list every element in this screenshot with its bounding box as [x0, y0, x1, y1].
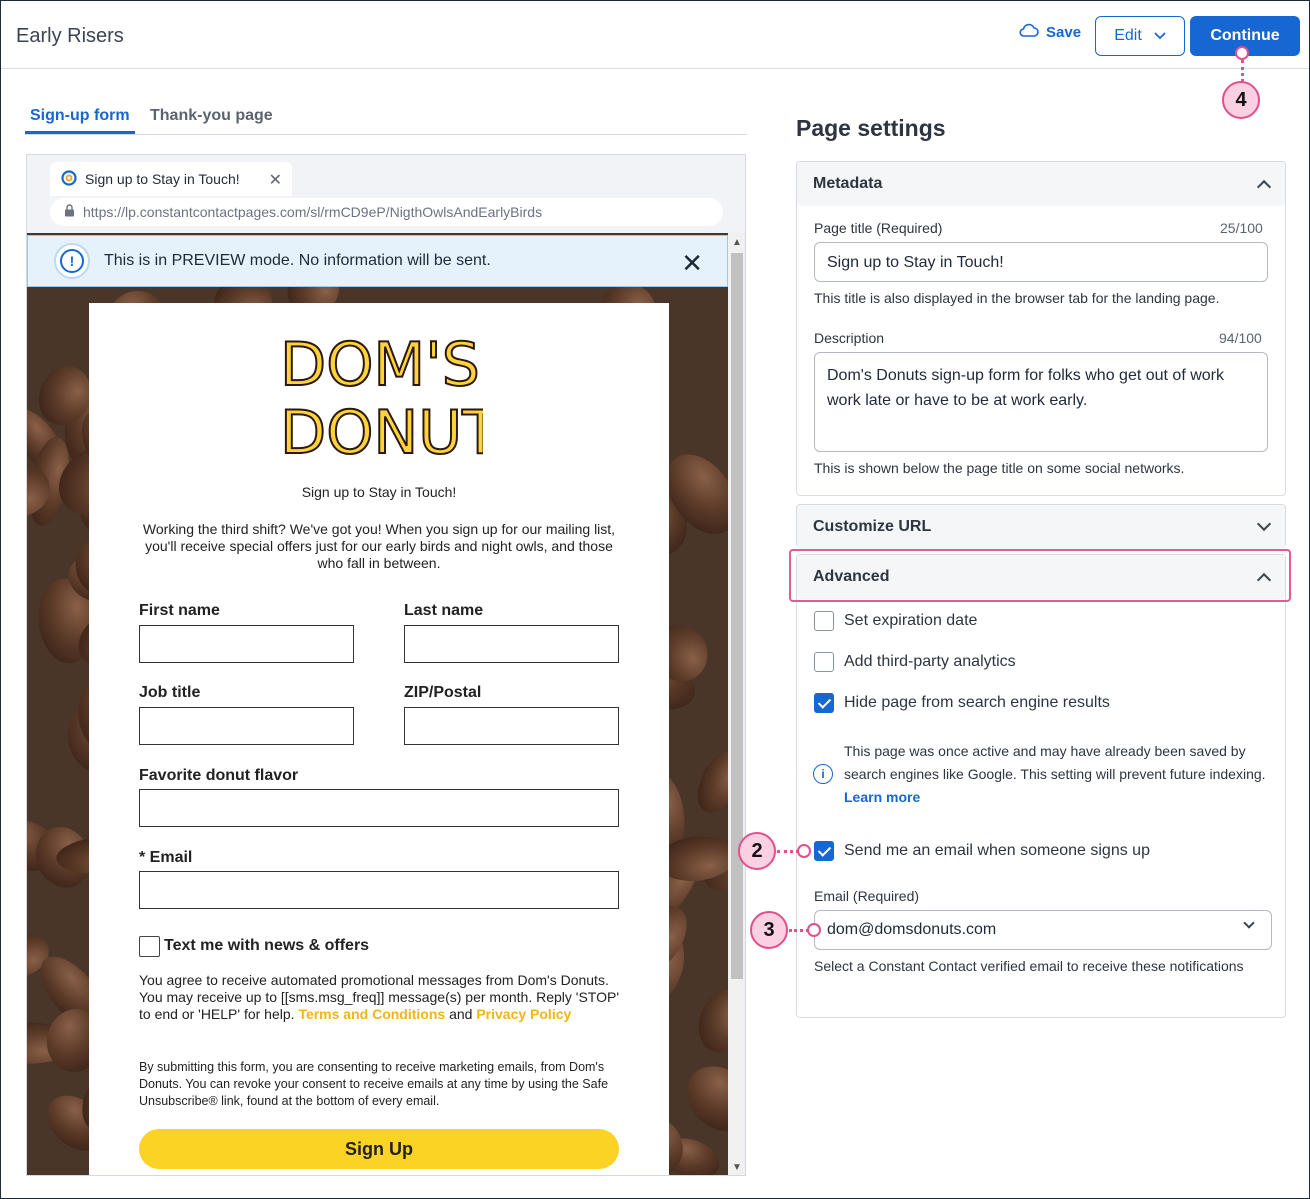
email-field[interactable]	[139, 871, 619, 909]
customize-url-title: Customize URL	[813, 518, 932, 535]
zip-label: ZIP/Postal	[404, 684, 482, 701]
browser-tab[interactable]: Sign up to Stay in Touch! ✕	[50, 162, 292, 196]
panel-title: Page settings	[796, 115, 946, 141]
chevron-up-icon	[1256, 179, 1272, 195]
page-title-hint: This title is also displayed in the brow…	[814, 290, 1220, 306]
callout-2-connector	[777, 850, 799, 853]
active-tab-indicator	[25, 131, 135, 134]
customize-url-header[interactable]: Customize URL	[797, 505, 1285, 549]
tab-bar: Sign-up form Thank-you page	[25, 103, 747, 135]
notification-email-select[interactable]: dom@domsdonuts.com	[814, 910, 1272, 950]
form-heading: Sign up to Stay in Touch!	[301, 484, 457, 500]
callout-4: 4	[1222, 81, 1260, 119]
browser-preview: Sign up to Stay in Touch! ✕ https://lp.c…	[26, 154, 746, 1176]
save-button[interactable]: Save	[1019, 23, 1081, 41]
address-bar[interactable]: https://lp.constantcontactpages.com/sl/r…	[50, 198, 723, 226]
description-counter: 94/100	[1219, 330, 1262, 346]
sms-disclaimer: You agree to receive automated promotion…	[139, 972, 619, 1022]
donut-flavor-field[interactable]	[139, 789, 619, 827]
doms-donuts-logo: DOM'S DONUTS	[278, 325, 538, 469]
callout-4-anchor	[1235, 46, 1249, 60]
last-name-field[interactable]	[404, 625, 619, 663]
scroll-thumb[interactable]	[731, 253, 743, 979]
info-icon: !	[54, 243, 90, 279]
description-textarea[interactable]: Dom's Donuts sign-up form for folks who …	[814, 352, 1268, 452]
chevron-down-icon	[1243, 917, 1255, 929]
page-name: Early Risers	[16, 25, 124, 47]
third-party-analytics-checkbox[interactable]	[814, 652, 834, 672]
set-expiration-label: Set expiration date	[844, 612, 978, 629]
callout-3-anchor	[807, 923, 821, 937]
browser-tab-title: Sign up to Stay in Touch!	[85, 171, 240, 187]
scroll-down-icon[interactable]: ▼	[732, 1162, 742, 1173]
notification-email-hint: Select a Constant Contact verified email…	[814, 958, 1244, 974]
coffee-bean	[690, 983, 728, 1059]
job-title-label: Job title	[139, 684, 201, 701]
coffee-bean	[674, 1053, 728, 1145]
consent-text: By submitting this form, you are consent…	[139, 1060, 609, 1108]
cloud-icon	[1019, 23, 1039, 41]
privacy-link[interactable]: Privacy Policy	[476, 1006, 571, 1022]
email-label: * Email	[139, 849, 193, 866]
callout-3-connector	[789, 929, 809, 932]
form-intro-text: Working the third shift? We've got you! …	[142, 521, 616, 571]
chevron-down-icon	[1256, 516, 1272, 532]
save-label: Save	[1046, 23, 1082, 41]
sms-label: Text me with news & offers	[164, 937, 370, 954]
info-icon: i	[813, 764, 833, 784]
edit-dropdown-button[interactable]: Edit	[1095, 16, 1185, 56]
coffee-bean	[688, 742, 728, 820]
url-text: https://lp.constantcontactpages.com/sl/r…	[83, 204, 543, 220]
send-email-checkbox[interactable]	[814, 841, 834, 861]
scrollbar[interactable]: ▲ ▼	[728, 233, 745, 1175]
edit-label: Edit	[1114, 27, 1142, 44]
callout-3: 3	[750, 911, 788, 949]
metadata-header[interactable]: Metadata	[797, 162, 1285, 206]
job-title-field[interactable]	[139, 707, 354, 745]
close-icon[interactable]: ✕	[681, 248, 703, 279]
tab-sign-up-form[interactable]: Sign-up form	[30, 107, 130, 125]
search-engine-info: This page was once active and may have a…	[844, 743, 1266, 805]
sms-checkbox[interactable]	[139, 936, 160, 957]
page-title-counter: 25/100	[1220, 220, 1263, 236]
preview-banner: ! This is in PREVIEW mode. No informatio…	[27, 235, 728, 287]
tab-thank-you-page[interactable]: Thank-you page	[150, 107, 273, 125]
hide-search-label: Hide page from search engine results	[844, 694, 1110, 711]
third-party-analytics-label: Add third-party analytics	[844, 653, 1016, 670]
customize-url-section: Customize URL	[796, 504, 1286, 549]
description-label: Description	[814, 330, 885, 346]
page-title-input[interactable]: Sign up to Stay in Touch!	[814, 242, 1268, 282]
svg-text:DOM'S: DOM'S	[280, 330, 480, 400]
learn-more-link[interactable]: Learn more	[844, 789, 920, 805]
preview-message: This is in PREVIEW mode. No information …	[104, 252, 491, 269]
callout-4-connector	[1241, 60, 1244, 82]
selected-email: dom@domsdonuts.com	[827, 921, 997, 938]
top-bar: Early Risers Save Edit Continue	[1, 1, 1309, 69]
hide-search-checkbox[interactable]	[814, 693, 834, 713]
terms-link[interactable]: Terms and Conditions	[298, 1006, 445, 1022]
chevron-down-icon	[1154, 27, 1166, 45]
donut-flavor-label: Favorite donut flavor	[139, 767, 299, 784]
page-viewport: ! This is in PREVIEW mode. No informatio…	[27, 233, 728, 1175]
send-email-label: Send me an email when someone signs up	[844, 842, 1150, 859]
advanced-highlight	[789, 549, 1291, 602]
signup-form-card: DOM'S DONUTS Sign up to Stay in Touch! W…	[89, 303, 669, 1175]
description-hint: This is shown below the page title on so…	[814, 460, 1185, 476]
first-name-field[interactable]	[139, 625, 354, 663]
notification-email-label: Email (Required)	[814, 888, 920, 904]
page-title-label: Page title (Required)	[814, 220, 943, 236]
sign-up-button[interactable]: Sign Up	[139, 1129, 619, 1169]
first-name-label: First name	[139, 602, 220, 619]
zip-field[interactable]	[404, 707, 619, 745]
site-favicon-icon	[61, 169, 77, 189]
set-expiration-checkbox[interactable]	[814, 611, 834, 631]
scroll-up-icon[interactable]: ▲	[732, 237, 742, 248]
metadata-title: Metadata	[813, 175, 883, 192]
last-name-label: Last name	[404, 602, 484, 619]
callout-2: 2	[738, 832, 776, 870]
lock-icon	[64, 204, 75, 220]
close-icon[interactable]: ✕	[269, 170, 282, 190]
svg-text:DONUTS: DONUTS	[280, 398, 483, 459]
callout-2-anchor	[797, 844, 811, 858]
